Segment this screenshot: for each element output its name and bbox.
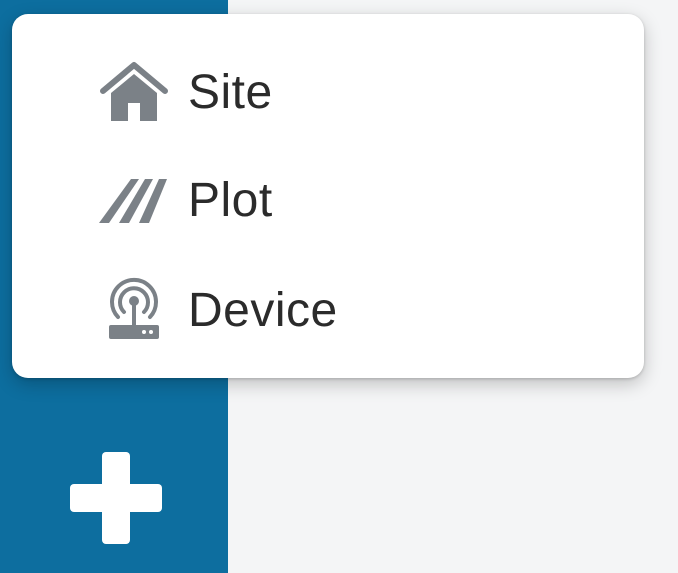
menu-item-plot[interactable]: Plot [12, 150, 644, 250]
plot-icon [94, 167, 174, 233]
menu-item-label: Site [188, 65, 273, 119]
menu-item-label: Device [188, 283, 338, 337]
menu-item-label: Plot [188, 173, 273, 227]
menu-item-site[interactable]: Site [12, 42, 644, 142]
home-icon [94, 59, 174, 125]
add-menu: Site Plot Device [12, 14, 644, 378]
menu-item-device[interactable]: Device [12, 260, 644, 360]
app-screen: Site Plot Device [0, 0, 678, 573]
device-icon [94, 277, 174, 343]
add-button[interactable] [64, 448, 168, 552]
